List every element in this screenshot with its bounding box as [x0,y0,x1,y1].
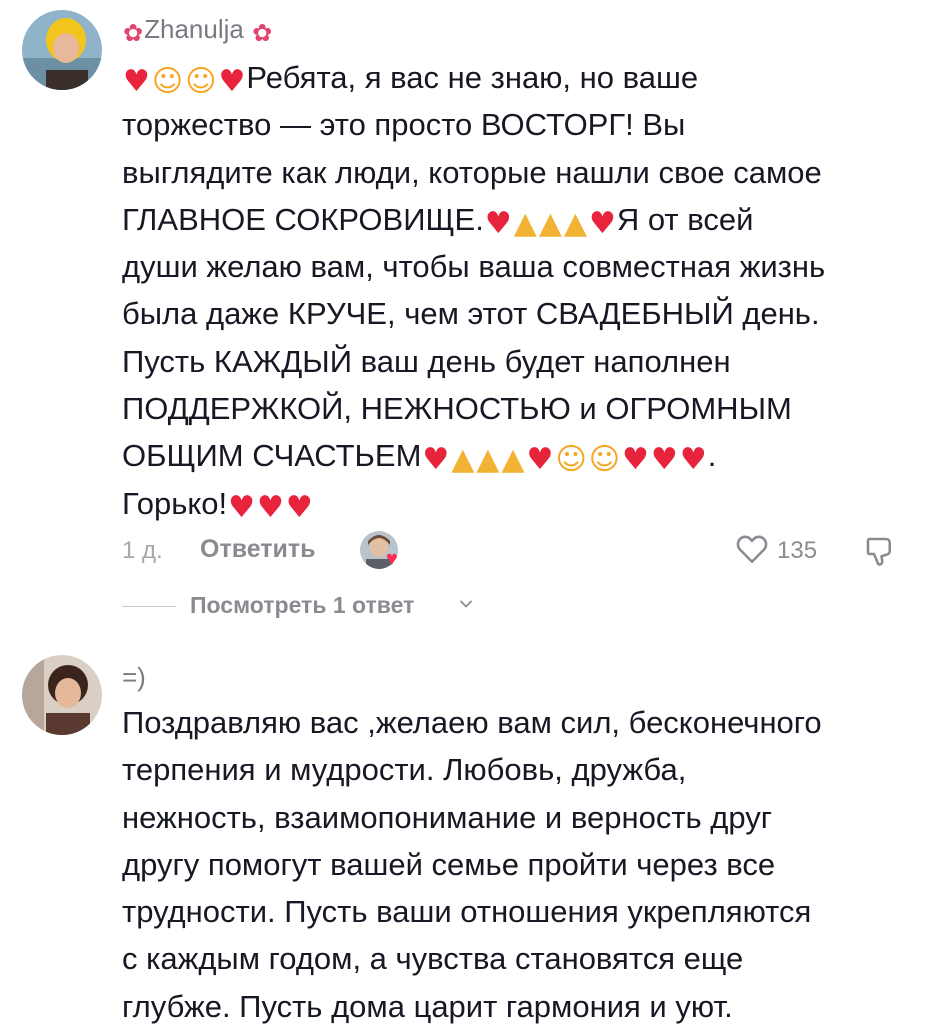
praying-hands-emoji: ▲ [451,442,475,478]
avatar[interactable] [22,655,102,735]
heart-emoji: ♥ [257,489,284,525]
heart-emoji: ♥ [218,64,246,99]
heart-emoji: ♥ [484,205,512,241]
like-count: 135 [777,537,818,564]
heart-emoji: ♥ [422,442,450,478]
praying-hands-emoji: ▲ [563,205,587,241]
heart-emoji: ♥ [285,489,313,525]
thumbs-down-icon [866,537,892,566]
smiling-face-hearts-emoji: ☺ [555,442,587,478]
smiling-face-hearts-emoji: ☺ [588,442,620,478]
username[interactable]: =) [122,662,146,693]
comment-text: Поздравляю вас ,желаею вам сил, бесконеч… [122,705,822,1024]
heart-emoji: ♥ [679,442,707,478]
smiling-face-hearts-emoji: ☺ [151,64,184,99]
like-button[interactable] [734,531,770,571]
comment-time: 1 д. [122,537,163,564]
divider [122,606,176,607]
heart-emoji: ♥ [588,205,616,241]
heart-emoji: ♥ [228,489,256,525]
view-replies-label: Посмотреть 1 ответ [190,592,415,618]
username[interactable]: ✿Zhanulja ✿ [122,14,273,48]
praying-hands-emoji: ▲ [513,205,537,241]
chevron-down-icon [460,600,472,608]
hibiscus-icon: ✿ [252,19,273,47]
comment-actions: 1 д. Ответить ♥ 135 [122,531,912,571]
praying-hands-emoji: ▲ [538,205,562,241]
heart-emoji: ♥ [123,64,150,99]
hibiscus-icon: ✿ [123,19,144,47]
heart-emoji: ♥ [526,442,554,478]
praying-hands-emoji: ▲ [476,442,500,478]
smiling-face-hearts-emoji: ☺ [185,64,217,99]
dislike-button[interactable] [862,533,898,574]
heart-emoji: ♥ [650,442,678,478]
avatar[interactable] [22,10,102,90]
heart-icon: ♥ [386,548,398,570]
comment-text: ♥☺☺♥Ребята, я вас не знаю, но ваше торже… [122,60,826,525]
heart-outline-icon [736,535,768,564]
reply-button[interactable]: Ответить [200,535,316,564]
heart-emoji: ♥ [622,442,649,478]
praying-hands-emoji: ▲ [501,442,525,478]
